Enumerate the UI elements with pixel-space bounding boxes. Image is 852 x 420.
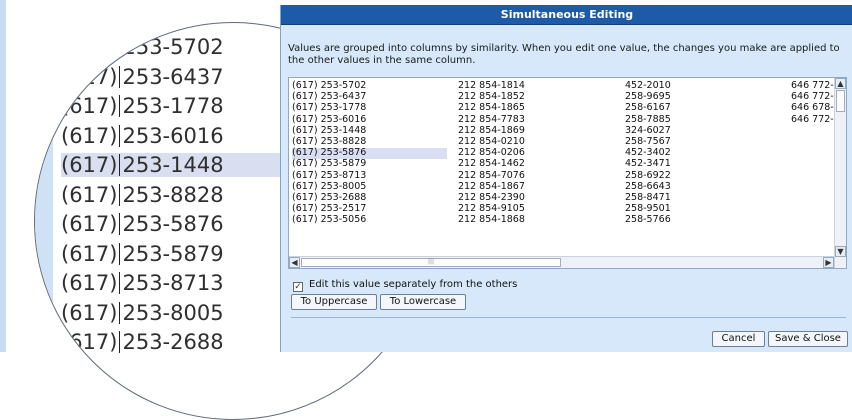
grid-cell[interactable]: 212 854-7076 bbox=[458, 170, 608, 181]
grid-cell[interactable]: (617) 253-1448 bbox=[292, 125, 447, 136]
grid-cell[interactable]: 258-9695 bbox=[625, 91, 775, 102]
grid-cell[interactable]: 212 854-2390 bbox=[458, 192, 608, 203]
grid-cell[interactable]: 258-6643 bbox=[625, 181, 775, 192]
grid-cell[interactable]: 212 854-7783 bbox=[458, 114, 608, 125]
grid-cell[interactable]: 258-6167 bbox=[625, 102, 775, 113]
grid-cell[interactable]: 452-3402 bbox=[625, 147, 775, 158]
grid-cell[interactable]: (617) 253-5702 bbox=[292, 80, 447, 91]
grid-cell[interactable]: 258-5766 bbox=[625, 214, 775, 225]
scroll-left-arrow-icon[interactable]: ◀ bbox=[289, 257, 300, 268]
vertical-scrollbar[interactable]: ▲ ▼ bbox=[834, 78, 846, 268]
to-uppercase-button[interactable]: To Uppercase bbox=[291, 294, 377, 310]
grid-cell[interactable]: 258-8471 bbox=[625, 192, 775, 203]
grid-cell[interactable]: 258-6922 bbox=[625, 170, 775, 181]
grid-cell[interactable]: 452-3471 bbox=[625, 158, 775, 169]
grid-cell[interactable]: 212 854-1865 bbox=[458, 102, 608, 113]
edit-separately-checkbox[interactable]: ✓ bbox=[293, 282, 303, 292]
dialog-description: Values are grouped into columns by simil… bbox=[288, 43, 840, 66]
grid-cell[interactable]: 646 772-8 bbox=[791, 114, 836, 125]
grid-cell[interactable]: (617) 253-8713 bbox=[292, 170, 447, 181]
grid-cell[interactable]: 212 854-9105 bbox=[458, 203, 608, 214]
grid-cell[interactable]: (617) 253-5056 bbox=[292, 214, 447, 225]
edit-separately-label: Edit this value separately from the othe… bbox=[309, 279, 518, 290]
column-1: (617) 253-5702 (617) 253-6437 (617) 253-17… bbox=[292, 80, 447, 225]
edit-separately-option[interactable]: ✓ Edit this value separately from the oth… bbox=[293, 279, 517, 292]
grid-cell[interactable]: 258-7567 bbox=[625, 136, 775, 147]
vertical-scroll-thumb[interactable] bbox=[836, 90, 845, 112]
grid-cell[interactable]: (617) 253-8005 bbox=[292, 181, 447, 192]
grid-cell[interactable]: 212 854-1869 bbox=[458, 125, 608, 136]
grid-cell[interactable]: 212 854-1852 bbox=[458, 91, 608, 102]
grid-cell[interactable]: 212 854-1868 bbox=[458, 214, 608, 225]
grid-cell[interactable]: (617) 253-2517 bbox=[292, 203, 447, 214]
grid-cell[interactable]: 646 772-8 bbox=[791, 91, 836, 102]
grid-cell[interactable]: 646 678-0 bbox=[791, 102, 836, 113]
grid-cell[interactable]: 324-6027 bbox=[625, 125, 775, 136]
scroll-right-arrow-icon[interactable]: ▶ bbox=[823, 257, 834, 268]
column-3: 452-2010 258-9695 258-6167 258-7885 324-6027… bbox=[625, 80, 775, 225]
dialog-title: Simultaneous Editing bbox=[281, 5, 852, 25]
grid-cell[interactable]: (617) 253-5879 bbox=[292, 158, 447, 169]
grid-cell[interactable]: (617) 253-1778 bbox=[292, 102, 447, 113]
grid-cell[interactable]: (617) 253-8828 bbox=[292, 136, 447, 147]
grid-cell[interactable]: (617) 253-2688 bbox=[292, 192, 447, 203]
grid-cell[interactable]: 212 854-1867 bbox=[458, 181, 608, 192]
grid-cell[interactable]: 646 772-8 bbox=[791, 80, 836, 91]
column-4: 646 772-8 646 772-8 646 678-0 646 772-8 bbox=[791, 80, 836, 125]
scroll-down-arrow-icon[interactable]: ▼ bbox=[835, 246, 846, 257]
grid-cell[interactable]: (617) 253-6437 bbox=[292, 91, 447, 102]
grid-cell[interactable]: 258-9501 bbox=[625, 203, 775, 214]
scroll-up-arrow-icon[interactable]: ▲ bbox=[835, 78, 846, 89]
cancel-button[interactable]: Cancel bbox=[712, 331, 765, 347]
grid-cell[interactable]: 212 854-0210 bbox=[458, 136, 608, 147]
column-2: 212 854-1814 212 854-1852 212 854-1865 212 … bbox=[458, 80, 608, 225]
grid-cell[interactable]: (617) 253-5876 bbox=[292, 147, 447, 158]
values-grid[interactable]: (617) 253-5702 (617) 253-6437 (617) 253-17… bbox=[288, 77, 847, 269]
horizontal-scroll-thumb[interactable]: ||| bbox=[301, 258, 561, 267]
grid-cell[interactable]: 212 854-1462 bbox=[458, 158, 608, 169]
grid-cell[interactable]: 452-2010 bbox=[625, 80, 775, 91]
horizontal-scrollbar[interactable]: ◀ ||| ▶ bbox=[289, 256, 834, 268]
save-close-button[interactable]: Save & Close bbox=[768, 331, 848, 347]
grid-cell[interactable]: 212 854-0206 bbox=[458, 147, 608, 158]
simultaneous-editing-dialog: Simultaneous Editing Values are grouped … bbox=[280, 5, 852, 352]
grid-cell[interactable]: 258-7885 bbox=[625, 114, 775, 125]
dialog-divider bbox=[291, 317, 846, 318]
to-lowercase-button[interactable]: To Lowercase bbox=[380, 294, 466, 310]
grid-cell[interactable]: 212 854-1814 bbox=[458, 80, 608, 91]
grid-cell[interactable]: (617) 253-6016 bbox=[292, 114, 447, 125]
